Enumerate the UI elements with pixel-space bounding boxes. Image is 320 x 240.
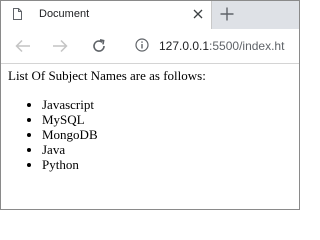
tab-strip: Document (1, 1, 299, 29)
address-bar[interactable]: 127.0.0.1:5500/index.ht (159, 39, 284, 53)
page-content: List Of Subject Names are as follows: Ja… (1, 64, 299, 209)
page-icon (13, 8, 22, 20)
browser-toolbar: 127.0.0.1:5500/index.ht (1, 29, 299, 64)
address-host: 127.0.0.1 (159, 39, 210, 53)
list-item: Python (42, 157, 98, 172)
forward-arrow-icon[interactable] (51, 37, 69, 55)
subject-list: Javascript MySQL MongoDB Java Python (1, 97, 98, 172)
intro-text: List Of Subject Names are as follows: (8, 68, 206, 83)
tab-title: Document (39, 8, 90, 20)
list-item: Javascript (42, 97, 98, 112)
plus-icon[interactable] (220, 7, 234, 21)
close-icon[interactable] (193, 9, 203, 19)
list-item: Java (42, 142, 98, 157)
list-item: MySQL (42, 112, 98, 127)
address-path: :5500/index.ht (209, 39, 285, 53)
info-icon[interactable] (135, 38, 149, 52)
tab-document[interactable]: Document (1, 1, 212, 29)
list-item: MongoDB (42, 127, 98, 142)
back-arrow-icon[interactable] (14, 37, 32, 55)
browser-window: Document 127.0.0.1:5500/index.ht List Of… (0, 0, 300, 210)
reload-icon[interactable] (90, 37, 108, 55)
